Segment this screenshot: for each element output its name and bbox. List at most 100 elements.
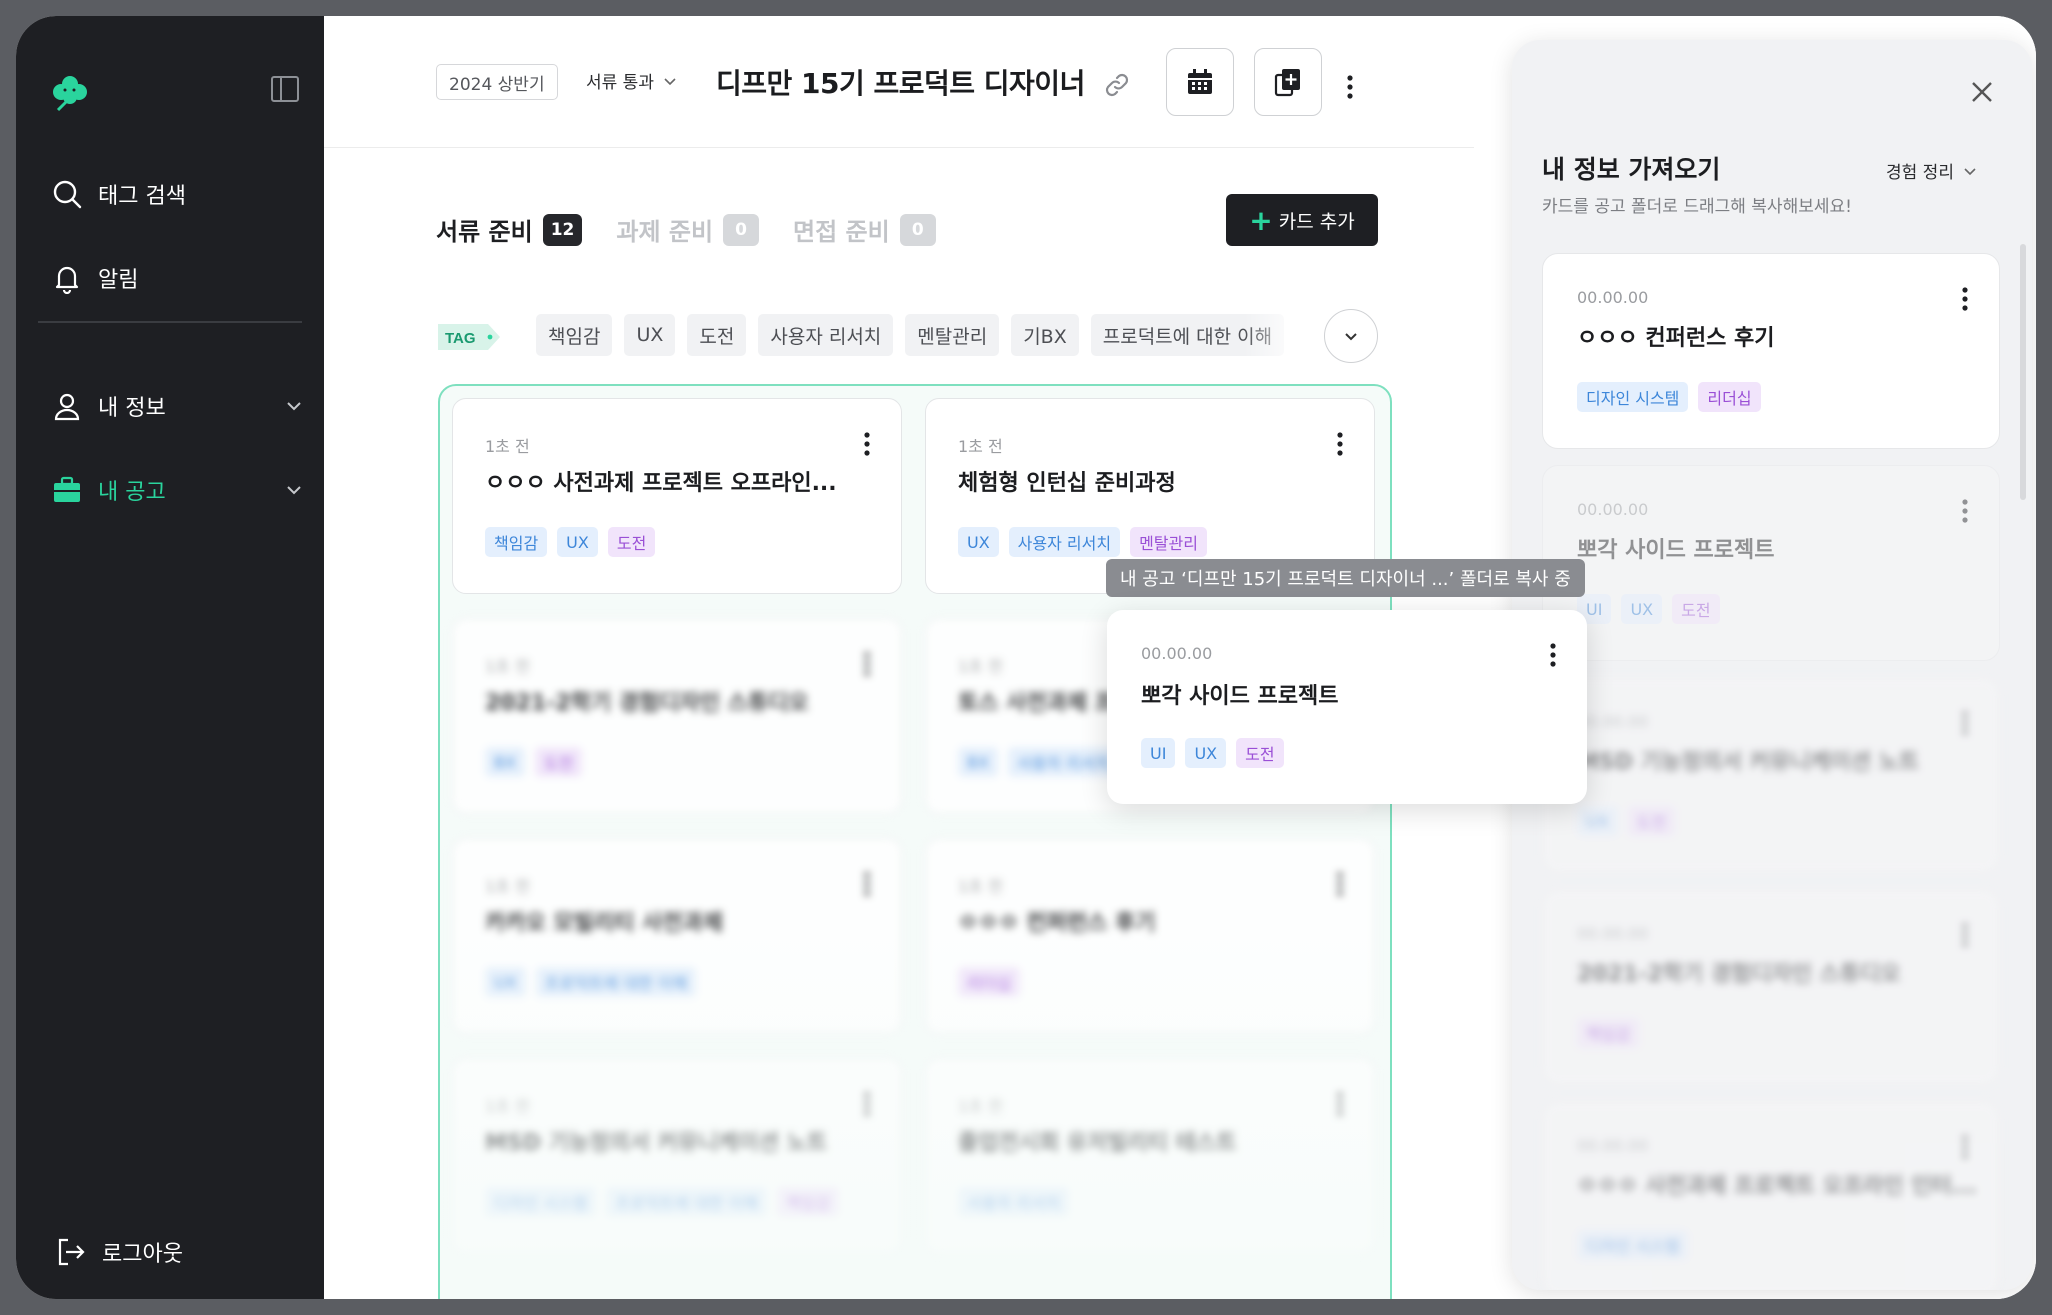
tag-chip[interactable]: 도전 [687,314,747,356]
card-title: ㅇㅇㅇ 사전과제 프로젝트 오프라인 인터... [1577,1174,1977,1199]
sidebar-toggle-icon[interactable] [270,74,300,104]
stage-label: 서류 통과 [586,73,654,93]
logout-label: 로그아웃 [102,1242,183,1267]
more-vertical-icon[interactable] [1549,642,1557,668]
sidebar-item-label: 알림 [98,268,139,293]
tag-filter-list: 책임감 UX 도전 사용자 리서치 멘탈관리 기BX 프로덕트에 대한 이해 [536,314,1296,358]
experience-card[interactable]: 00.00.00 2021-2학기 경험디자인 스튜디오 책임감 [1542,889,2000,1085]
tag-label-text: TAG [445,330,476,347]
calendar-icon [1188,69,1212,94]
more-vertical-icon[interactable] [1961,922,1969,948]
card-title: MSD 기능정의서 커뮤니케이션 노트 [485,1131,828,1156]
panel-subtitle: 카드를 공고 폴더로 드래그해 복사해보세요! [1542,197,1852,217]
close-icon[interactable] [1968,78,1996,106]
chevron-down-icon [664,77,676,85]
logout-icon [54,1235,88,1269]
more-vertical-icon[interactable] [1336,431,1344,457]
more-vertical-icon[interactable] [1961,286,1969,312]
link-icon[interactable] [1102,70,1132,100]
card-board[interactable]: 1초 전 졸업전시회 유저빌리티 테스트 사용자 리서치 1초 전 MSD 기능정의서 … [438,384,1392,1299]
tag-badge: 리더십 [958,967,1021,997]
card-tags: UX 도전 [1577,806,1685,836]
tag-badge: 프로덕트에 대한 이해 [535,967,697,997]
tag-badge: 디자인 시스템 [1577,1230,1689,1260]
user-icon [50,389,84,423]
tag-chip[interactable]: 사용자 리서치 [758,314,894,356]
card-title: 뽀각 사이드 프로젝트 [1577,538,1775,563]
tab-assignment-prep[interactable]: 과제 준비 0 [616,212,760,247]
experience-card[interactable]: 00.00.00 ㅇㅇㅇ 사전과제 프로젝트 오프라인 인터... 디자인 시스템 [1542,1101,2000,1290]
chevron-down-icon[interactable] [284,396,304,416]
job-card[interactable]: 1초 전 2021-2학기 경험디자인 스튜디오 BX 도전 [452,618,902,814]
tag-badge: 도전 [1627,806,1676,836]
card-tags: 책임감 [1577,1018,1649,1048]
tab-label: 면접 준비 [793,218,890,246]
experience-card[interactable]: 00.00.00 MSD 기능정의서 커뮤니케이션 노트 UX 도전 [1542,677,2000,873]
card-title: ㅇㅇㅇ 사전과제 프로젝트 오프라인... [485,471,837,496]
card-time: 00.00.00 [1141,644,1213,663]
job-card[interactable]: 1초 전 MSD 기능정의서 커뮤니케이션 노트 디자인 시스템 프로덕트에 대한 이… [452,1058,902,1254]
stage-dropdown[interactable]: 서류 통과 [586,68,678,93]
tag-chip[interactable]: 멘탈관리 [905,314,1000,356]
copy-info-button[interactable] [1254,48,1322,116]
more-vertical-icon[interactable] [1336,1091,1344,1117]
job-card[interactable]: 1초 전 ㅇㅇㅇ 컨퍼런스 후기리더십 [925,838,1375,1034]
experience-filter-dropdown[interactable]: 경험 정리 [1886,158,1978,183]
job-card[interactable]: 1초 전 졸업전시회 유저빌리티 테스트 사용자 리서치 [925,1058,1375,1254]
dragging-card[interactable]: 00.00.00 뽀각 사이드 프로젝트 UI UX 도전 [1107,610,1587,804]
tag-badge: 리더십 [1698,382,1761,412]
sidebar-item-tag-search[interactable]: 태그 검색 [50,174,186,214]
tag-badge: UI [1141,738,1176,768]
panel-scrollbar[interactable] [2020,244,2026,500]
page-title: 디프만 15기 프로덕트 디자이너 [716,67,1085,100]
sidebar-item-my-info[interactable]: 내 정보 [50,386,301,426]
more-vertical-icon[interactable] [863,871,871,897]
card-title: ㅇㅇㅇ 컨퍼런스 후기 [958,911,1156,936]
sidebar-item-my-jobs[interactable]: 내 공고 [50,470,301,510]
tag-chip[interactable]: UX [624,314,676,356]
card-time: 1초 전 [958,877,1003,896]
card-title: 2021-2학기 경험디자인 스튜디오 [1577,962,1901,987]
sidebar-item-notifications[interactable]: 알림 [50,258,138,298]
add-card-button[interactable]: + 카드 추가 [1226,194,1378,246]
clover-logo-icon[interactable] [48,70,92,114]
card-title: MSD 기능정의서 커뮤니케이션 노트 [1577,750,1920,775]
stage-tabs: 서류 준비 12 과제 준비 0 면접 준비 0 [436,212,970,247]
card-tags: 디자인 시스템 리더십 [1577,382,1771,412]
tag-badge: 프로덕트에 대한 이해 [606,1187,768,1217]
card-tags: UX 프로덕트에 대한 이해 [485,967,706,997]
tab-interview-prep[interactable]: 면접 준비 0 [793,212,936,247]
filter-label: 경험 정리 [1886,163,1954,183]
tag-chip[interactable]: 기BX [1011,314,1079,356]
card-tags: BX 사용자 리서치 [958,747,1129,777]
tab-document-prep[interactable]: 서류 준비 12 [436,212,583,247]
more-vertical-icon[interactable] [1961,498,1969,524]
tag-badge: 디자인 시스템 [1577,382,1689,412]
card-time: 00.00.00 [1577,500,1649,519]
job-card[interactable]: 1초 전 ㅇㅇㅇ 사전과제 프로젝트 오프라인... 책임감 UX 도전 [452,398,902,594]
more-vertical-icon[interactable] [863,651,871,677]
expand-tags-button[interactable] [1324,309,1378,363]
card-tags: 디자인 시스템 [1577,1230,1698,1260]
job-header: 2024 상반기 서류 통과 디프만 15기 프로덕트 디자이너 [324,16,1474,148]
tag-badge: BX [485,747,525,777]
job-card[interactable]: 1초 전 카카오 모빌리티 사전과제 UX 프로덕트에 대한 이해 [452,838,902,1034]
tag-chip[interactable]: 책임감 [536,314,613,356]
more-vertical-icon[interactable] [863,1091,871,1117]
sidebar-item-label: 태그 검색 [98,184,186,209]
chevron-down-icon[interactable] [284,480,304,500]
more-vertical-icon[interactable] [1961,710,1969,736]
experience-card[interactable]: 00.00.00 뽀각 사이드 프로젝트 UI UX 도전 [1542,465,2000,661]
calendar-button[interactable] [1166,48,1234,116]
tag-badge: UX [958,527,999,557]
tag-badge: 도전 [1672,594,1720,624]
card-tags: 리더십 [958,967,1030,997]
tag-badge: UX [1577,806,1618,836]
more-vertical-icon[interactable] [863,431,871,457]
more-vertical-icon[interactable] [1338,72,1362,102]
logout-button[interactable]: 로그아웃 [54,1232,183,1272]
more-vertical-icon[interactable] [1336,871,1344,897]
tag-badge: 사용자 리서치 [1008,527,1121,557]
experience-card[interactable]: 00.00.00 ㅇㅇㅇ 컨퍼런스 후기 디자인 시스템 리더십 [1542,253,2000,449]
more-vertical-icon[interactable] [1961,1134,1969,1160]
